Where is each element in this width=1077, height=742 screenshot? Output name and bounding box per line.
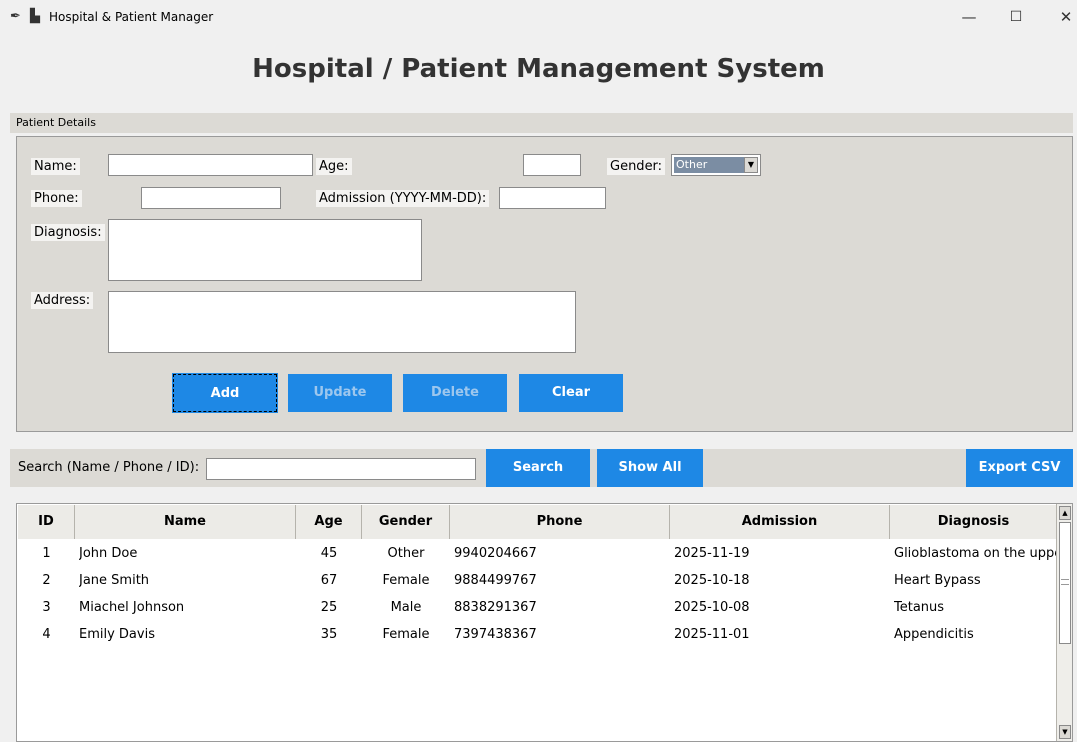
address-label: Address: bbox=[31, 292, 94, 309]
app-icon: ▙ bbox=[30, 9, 40, 24]
feather-icon: ✒ bbox=[10, 9, 21, 24]
chevron-down-icon[interactable]: ▼ bbox=[744, 157, 758, 173]
vertical-scrollbar[interactable]: ▲ ▼ bbox=[1056, 504, 1072, 741]
cell-gender: Other bbox=[387, 546, 425, 561]
group-header: Patient Details bbox=[10, 113, 1073, 133]
cell-gender: Female bbox=[382, 573, 430, 588]
scrollbar-thumb[interactable] bbox=[1059, 522, 1071, 644]
column-header-phone[interactable]: Phone bbox=[450, 505, 670, 539]
title-bar: ✒ ▙ Hospital & Patient Manager — ☐ ✕ bbox=[0, 0, 1077, 36]
scroll-up-arrow-icon[interactable]: ▲ bbox=[1059, 506, 1071, 520]
gender-selected-value: Other bbox=[674, 157, 744, 173]
table-row[interactable]: 3 Miachel Johnson 25 Male 8838291367 202… bbox=[18, 594, 1057, 621]
gender-select[interactable]: Other ▼ bbox=[671, 154, 761, 176]
phone-label: Phone: bbox=[31, 190, 82, 207]
admission-input[interactable] bbox=[499, 187, 606, 209]
scroll-down-arrow-icon[interactable]: ▼ bbox=[1059, 725, 1071, 739]
add-button[interactable]: Add bbox=[172, 373, 278, 413]
table-row[interactable]: 2 Jane Smith 67 Female 9884499767 2025-1… bbox=[18, 567, 1057, 594]
column-header-gender[interactable]: Gender bbox=[362, 505, 450, 539]
patients-table: ID Name Age Gender Phone Admission Diagn… bbox=[16, 503, 1073, 742]
column-header-id[interactable]: ID bbox=[18, 505, 75, 539]
clear-button[interactable]: Clear bbox=[519, 374, 623, 412]
address-textarea[interactable] bbox=[108, 291, 576, 353]
cell-age: 45 bbox=[320, 546, 338, 561]
column-header-diagnosis[interactable]: Diagnosis bbox=[890, 505, 1057, 539]
diagnosis-label: Diagnosis: bbox=[31, 224, 105, 241]
table-row[interactable]: 4 Emily Davis 35 Female 7397438367 2025-… bbox=[18, 621, 1057, 648]
cell-diagnosis: Glioblastoma on the uppe bbox=[894, 546, 1057, 561]
search-label: Search (Name / Phone / ID): bbox=[18, 460, 200, 475]
export-csv-button[interactable]: Export CSV bbox=[966, 449, 1073, 487]
name-label: Name: bbox=[31, 158, 80, 175]
close-button[interactable]: ✕ bbox=[1043, 2, 1077, 32]
cell-age: 35 bbox=[320, 627, 338, 642]
window-title: Hospital & Patient Manager bbox=[49, 10, 214, 24]
table-header: ID Name Age Gender Phone Admission Diagn… bbox=[18, 505, 1057, 539]
cell-name: Miachel Johnson bbox=[79, 600, 185, 615]
column-header-admission[interactable]: Admission bbox=[670, 505, 890, 539]
table-row[interactable]: 1 John Doe 45 Other 9940204667 2025-11-1… bbox=[18, 540, 1057, 567]
delete-button[interactable]: Delete bbox=[403, 374, 507, 412]
show-all-button[interactable]: Show All bbox=[597, 449, 703, 487]
cell-phone: 8838291367 bbox=[454, 600, 537, 615]
diagnosis-textarea[interactable] bbox=[108, 219, 422, 281]
cell-admission: 2025-11-01 bbox=[674, 627, 750, 642]
column-header-name[interactable]: Name bbox=[75, 505, 296, 539]
cell-gender: Male bbox=[390, 600, 422, 615]
cell-admission: 2025-10-18 bbox=[674, 573, 750, 588]
cell-id: 3 bbox=[42, 600, 51, 615]
cell-age: 25 bbox=[320, 600, 338, 615]
search-input[interactable] bbox=[206, 458, 476, 480]
cell-diagnosis: Appendicitis bbox=[894, 627, 974, 642]
maximize-button[interactable]: ☐ bbox=[993, 2, 1039, 32]
cell-admission: 2025-10-08 bbox=[674, 600, 750, 615]
cell-gender: Female bbox=[382, 627, 430, 642]
cell-age: 67 bbox=[320, 573, 338, 588]
update-button[interactable]: Update bbox=[288, 374, 392, 412]
phone-input[interactable] bbox=[141, 187, 281, 209]
gender-label: Gender: bbox=[607, 158, 666, 175]
cell-diagnosis: Tetanus bbox=[894, 600, 945, 615]
cell-phone: 7397438367 bbox=[454, 627, 537, 642]
age-input[interactable] bbox=[523, 154, 581, 176]
cell-phone: 9884499767 bbox=[454, 573, 537, 588]
name-input[interactable] bbox=[108, 154, 313, 176]
cell-id: 1 bbox=[42, 546, 51, 561]
age-label: Age: bbox=[316, 158, 352, 175]
admission-label: Admission (YYYY-MM-DD): bbox=[316, 190, 490, 207]
app-window: ✒ ▙ Hospital & Patient Manager — ☐ ✕ Hos… bbox=[0, 0, 1077, 742]
cell-diagnosis: Heart Bypass bbox=[894, 573, 981, 588]
patient-details-panel: Name: Age: Gender: Other ▼ Phone: Admiss… bbox=[16, 136, 1073, 432]
column-header-age[interactable]: Age bbox=[296, 505, 362, 539]
cell-name: Jane Smith bbox=[79, 573, 150, 588]
minimize-button[interactable]: — bbox=[946, 2, 992, 32]
page-title: Hospital / Patient Management System bbox=[252, 54, 825, 84]
cell-phone: 9940204667 bbox=[454, 546, 537, 561]
cell-admission: 2025-11-19 bbox=[674, 546, 750, 561]
cell-id: 4 bbox=[42, 627, 51, 642]
grip-icon bbox=[1061, 579, 1069, 585]
cell-name: Emily Davis bbox=[79, 627, 155, 642]
search-bar: Search (Name / Phone / ID): Search Show … bbox=[10, 449, 1073, 487]
cell-id: 2 bbox=[42, 573, 51, 588]
search-button[interactable]: Search bbox=[486, 449, 590, 487]
group-label: Patient Details bbox=[16, 116, 96, 129]
cell-name: John Doe bbox=[79, 546, 138, 561]
